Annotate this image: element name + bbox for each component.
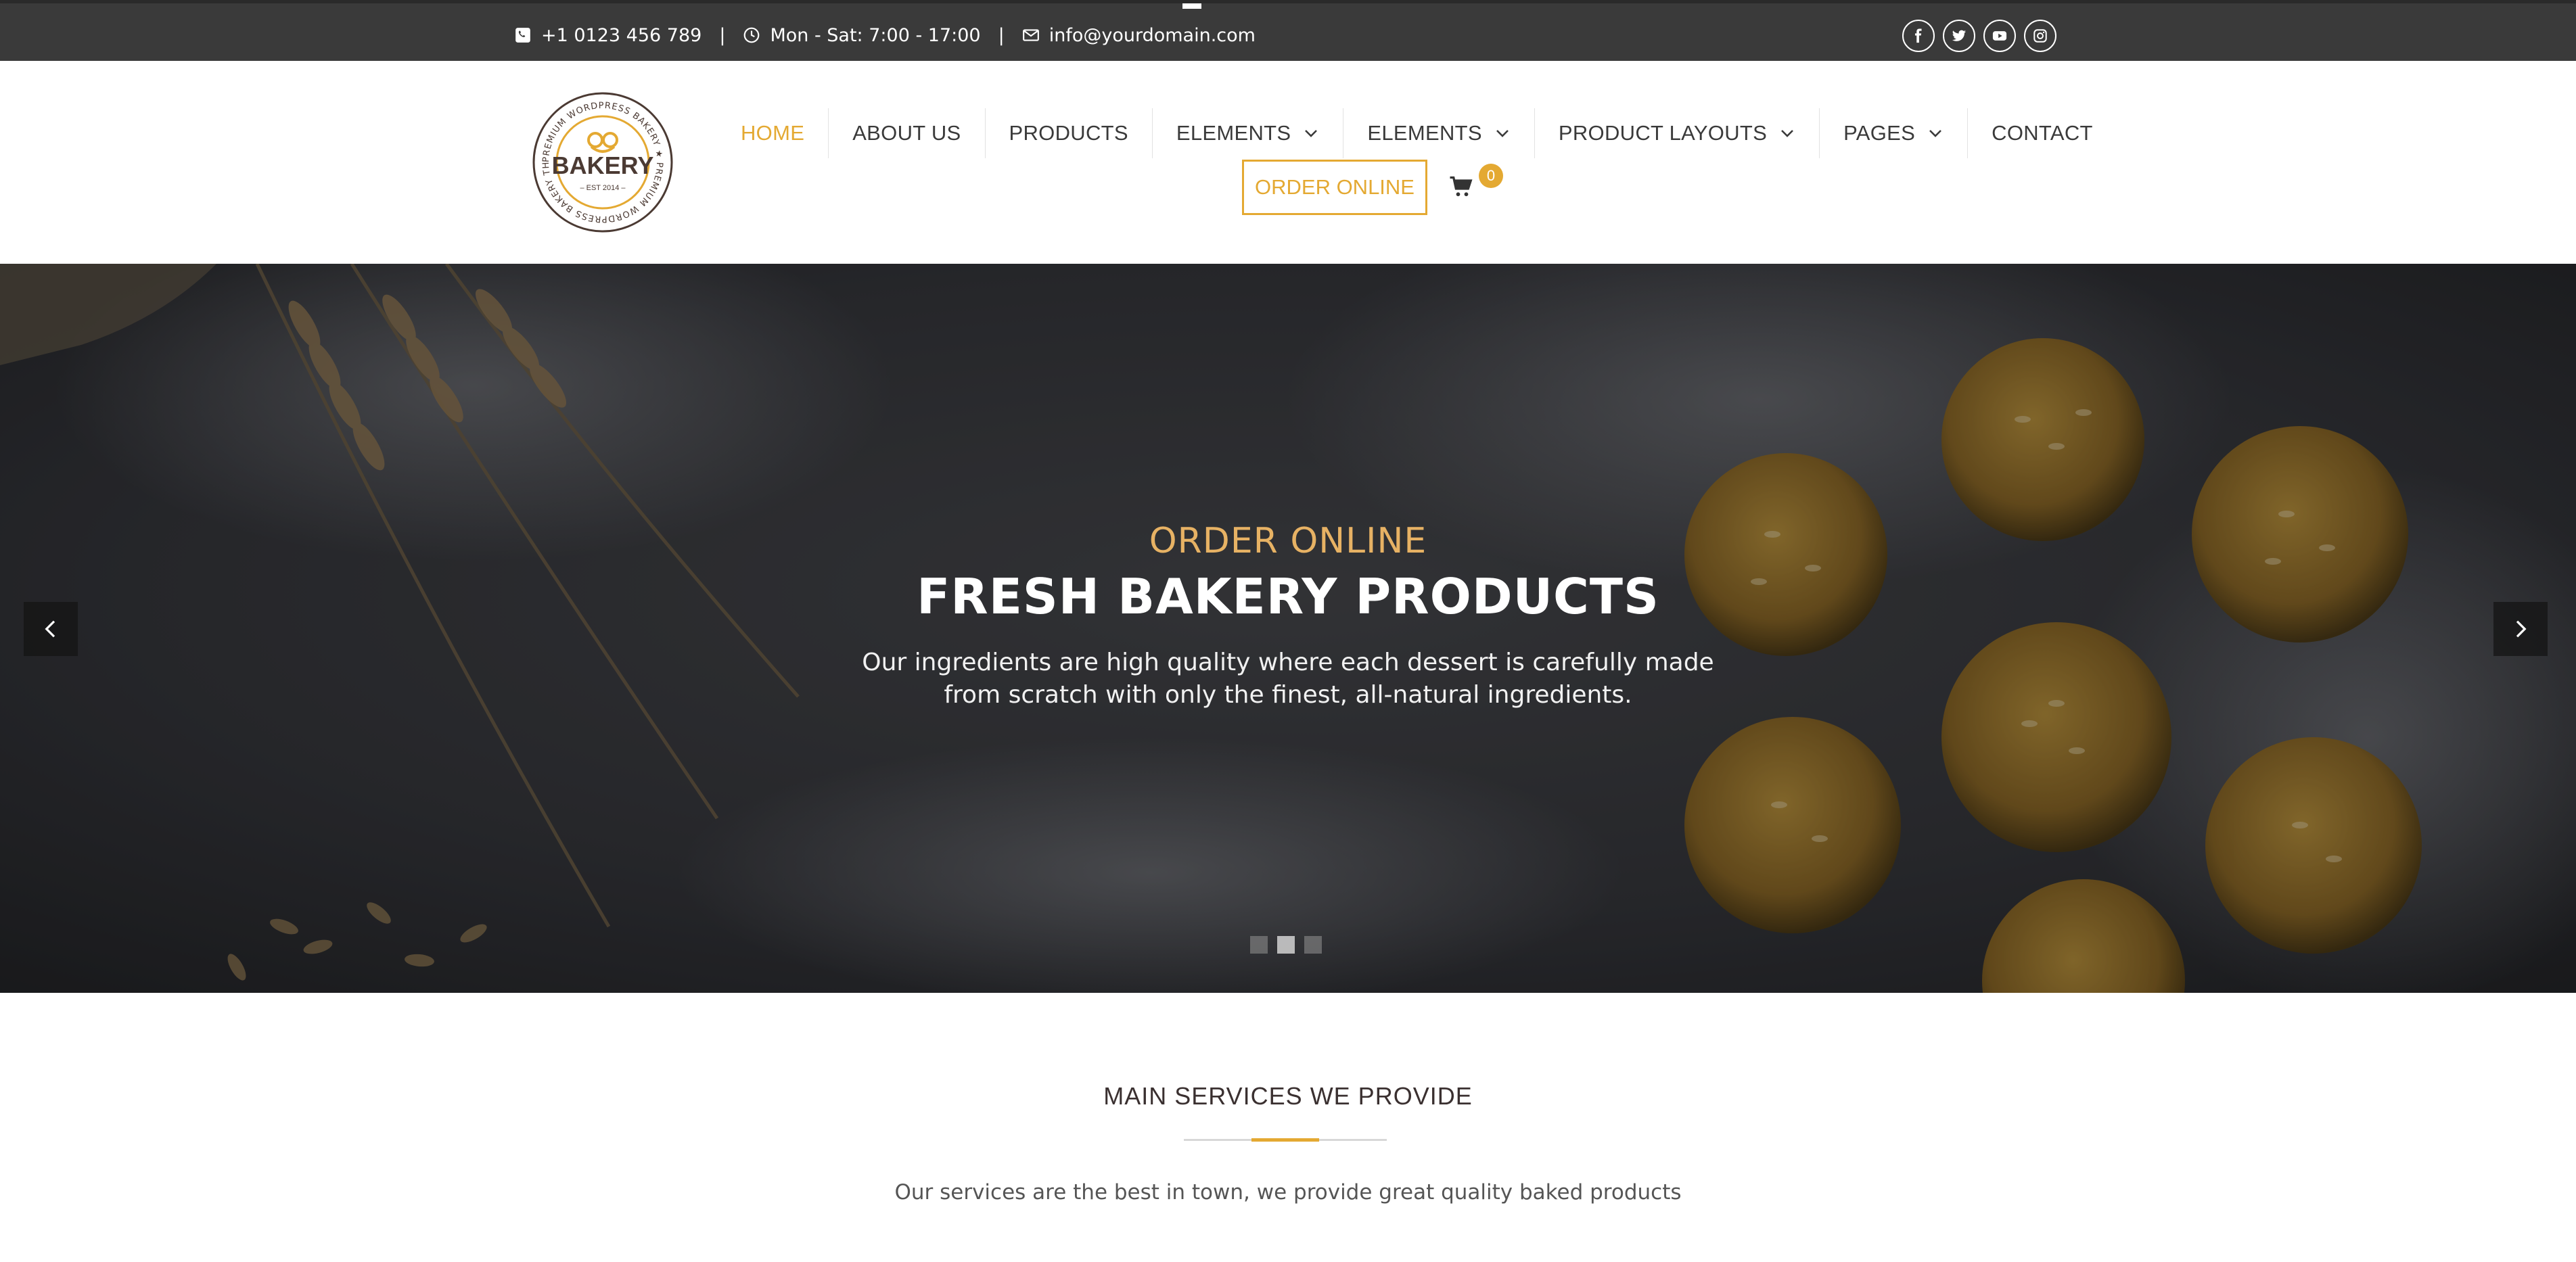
logo-established: – EST 2014 –	[580, 184, 626, 192]
logo-name: BAKERY	[552, 151, 654, 179]
contact-info: +1 0123 456 789 | Mon - Sat: 7:00 - 17:0…	[514, 20, 1256, 51]
top-bar: +1 0123 456 789 | Mon - Sat: 7:00 - 17:0…	[0, 0, 2576, 61]
nav-item-elements-2[interactable]: ELEMENTS	[1343, 108, 1535, 158]
hero-description: Our ingredients are high quality where e…	[862, 649, 1714, 709]
chevron-down-icon	[1303, 125, 1319, 141]
hero-subtitle: ORDER ONLINE	[1149, 521, 1427, 561]
instagram-icon[interactable]	[2024, 20, 2056, 52]
clock-icon	[743, 26, 760, 44]
chevron-right-icon	[2516, 620, 2527, 638]
cart-icon[interactable]	[1449, 174, 1473, 199]
nav-item-elements[interactable]: ELEMENTS	[1153, 108, 1344, 158]
email-info: info@yourdomain.com	[1022, 25, 1256, 46]
scroll-indicator	[1182, 3, 1201, 9]
separator: |	[719, 24, 726, 46]
slider-next-button[interactable]	[2493, 602, 2548, 656]
social-links	[1902, 20, 2056, 52]
slider-pagination	[1250, 936, 1322, 954]
slider-prev-button[interactable]	[24, 602, 78, 656]
nav-label: ELEMENTS	[1176, 121, 1291, 145]
separator: |	[998, 24, 1005, 46]
nav-label: PRODUCT LAYOUTS	[1558, 121, 1768, 145]
phone-icon	[514, 26, 532, 44]
slider-dot-1[interactable]	[1250, 936, 1268, 954]
nav-item-home[interactable]: HOME	[717, 108, 829, 158]
facebook-icon[interactable]	[1902, 20, 1935, 52]
order-online-button[interactable]: ORDER ONLINE	[1242, 160, 1427, 215]
nav-label: ELEMENTS	[1367, 121, 1482, 145]
chevron-down-icon	[1494, 125, 1511, 141]
envelope-icon	[1022, 26, 1040, 44]
phone-info: +1 0123 456 789	[514, 25, 702, 46]
nav-label: PAGES	[1843, 121, 1916, 145]
heading-divider-accent	[1251, 1138, 1319, 1142]
chevron-down-icon	[1779, 125, 1795, 141]
nav-label: HOME	[741, 121, 805, 145]
nav-item-about-us[interactable]: ABOUT US	[829, 108, 986, 158]
bakery-logo[interactable]: PREMIUM WORDPRESS BAKERY ★ PREMIUM WORDP…	[528, 84, 674, 233]
services-heading: MAIN SERVICES WE PROVIDE	[1103, 1082, 1473, 1110]
email-address[interactable]: info@yourdomain.com	[1049, 25, 1256, 46]
main-navigation: HOME ABOUT US PRODUCTS ELEMENTS ELEMENTS…	[717, 108, 2117, 158]
opening-hours: Mon - Sat: 7:00 - 17:00	[770, 24, 981, 46]
twitter-icon[interactable]	[1943, 20, 1975, 52]
slider-dot-3[interactable]	[1304, 936, 1322, 954]
youtube-icon[interactable]	[1983, 20, 2016, 52]
hero-background-image	[0, 264, 2576, 993]
hero-slider: ORDER ONLINE FRESH BAKERY PRODUCTS Our i…	[0, 264, 2576, 993]
chevron-left-icon	[45, 620, 55, 638]
nav-item-contact[interactable]: CONTACT	[1968, 108, 2117, 158]
hero-title: FRESH BAKERY PRODUCTS	[917, 568, 1659, 625]
nav-item-pages[interactable]: PAGES	[1820, 108, 1969, 158]
nav-item-product-layouts[interactable]: PRODUCT LAYOUTS	[1535, 108, 1820, 158]
cart-count-badge: 0	[1479, 164, 1503, 188]
hours-info: Mon - Sat: 7:00 - 17:00	[743, 24, 981, 46]
nav-label: ABOUT US	[852, 121, 961, 145]
services-description: Our services are the best in town, we pr…	[894, 1180, 1682, 1205]
chevron-down-icon	[1927, 125, 1944, 141]
nav-label: PRODUCTS	[1009, 121, 1128, 145]
phone-number[interactable]: +1 0123 456 789	[541, 25, 702, 46]
nav-label: CONTACT	[1992, 121, 2093, 145]
nav-item-products[interactable]: PRODUCTS	[986, 108, 1153, 158]
slider-dot-2[interactable]	[1277, 936, 1295, 954]
